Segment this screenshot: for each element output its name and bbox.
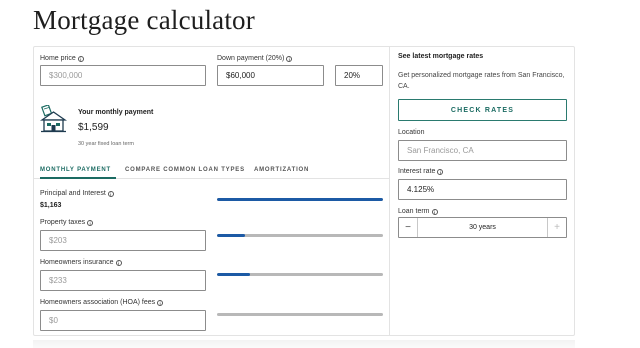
property-taxes-bar bbox=[217, 234, 383, 237]
increment-button[interactable]: + bbox=[547, 218, 566, 237]
decrement-button[interactable]: − bbox=[399, 218, 418, 237]
down-payment-input[interactable]: $60,000 bbox=[217, 65, 324, 86]
loan-term-value[interactable]: 30 years bbox=[418, 218, 547, 237]
hoa-fees-input[interactable]: $0 bbox=[40, 310, 206, 331]
location-label-text: Location bbox=[398, 129, 425, 136]
principal-interest-label: Principal and Interest i bbox=[40, 190, 114, 197]
card-divider bbox=[389, 46, 390, 336]
info-icon[interactable]: i bbox=[157, 299, 164, 306]
home-price-label-text: Home price bbox=[40, 55, 76, 62]
info-icon[interactable]: i bbox=[437, 168, 444, 175]
hoa-fees-label: Homeowners association (HOA) fees i bbox=[40, 299, 164, 306]
check-rates-button[interactable]: CHECK RATES bbox=[398, 99, 567, 121]
loan-term-stepper: − 30 years + bbox=[398, 217, 567, 238]
page-title: Mortgage calculator bbox=[33, 5, 255, 35]
page-bottom-edge bbox=[33, 340, 575, 348]
homeowners-insurance-label: Homeowners insurance i bbox=[40, 259, 122, 266]
homeowners-insurance-bar bbox=[217, 273, 383, 276]
interest-rate-label-text: Interest rate bbox=[398, 168, 436, 175]
info-icon[interactable]: i bbox=[286, 55, 293, 62]
info-icon[interactable]: i bbox=[115, 259, 122, 266]
loan-term-label: Loan term i bbox=[398, 208, 438, 215]
property-taxes-input[interactable]: $203 bbox=[40, 230, 206, 251]
home-price-input[interactable]: $300,000 bbox=[40, 65, 206, 86]
tab-monthly-payment[interactable]: MONTHLY PAYMENT bbox=[40, 167, 111, 173]
info-icon[interactable]: i bbox=[431, 208, 438, 215]
interest-rate-input[interactable]: 4.125% bbox=[398, 179, 567, 200]
monthly-payment-title: Your monthly payment bbox=[78, 109, 154, 116]
principal-interest-bar-fill bbox=[217, 198, 383, 201]
property-taxes-label-text: Property taxes bbox=[40, 219, 86, 226]
info-icon[interactable]: i bbox=[77, 55, 84, 62]
hoa-fees-bar bbox=[217, 313, 383, 316]
property-taxes-bar-fill bbox=[217, 234, 246, 237]
monthly-payment-subtitle: 30 year fixed loan term bbox=[78, 141, 134, 147]
principal-interest-value: $1,163 bbox=[40, 202, 62, 209]
homeowners-insurance-bar-fill bbox=[217, 273, 251, 276]
tab-amortization[interactable]: AMORTIZATION bbox=[254, 167, 309, 173]
loan-term-label-text: Loan term bbox=[398, 208, 430, 215]
down-payment-label: Down payment (20%) i bbox=[217, 55, 293, 62]
down-payment-percent-input[interactable]: 20% bbox=[335, 65, 383, 86]
rates-title: See latest mortgage rates bbox=[398, 53, 484, 60]
location-input[interactable]: San Francisco, CA bbox=[398, 140, 567, 161]
homeowners-insurance-input[interactable]: $233 bbox=[40, 270, 206, 291]
info-icon[interactable]: i bbox=[87, 219, 94, 226]
house-calculator-icon bbox=[40, 105, 67, 133]
monthly-payment-value: $1,599 bbox=[78, 122, 109, 133]
hoa-fees-label-text: Homeowners association (HOA) fees bbox=[40, 299, 156, 306]
principal-interest-label-text: Principal and Interest bbox=[40, 190, 106, 197]
tab-active-indicator bbox=[40, 177, 116, 179]
interest-rate-label: Interest rate i bbox=[398, 168, 444, 175]
homeowners-insurance-label-text: Homeowners insurance bbox=[40, 259, 114, 266]
down-payment-label-text: Down payment (20%) bbox=[217, 55, 285, 62]
property-taxes-label: Property taxes i bbox=[40, 219, 94, 226]
tab-compare-loan-types[interactable]: COMPARE COMMON LOAN TYPES bbox=[125, 167, 245, 173]
info-icon[interactable]: i bbox=[107, 190, 114, 197]
principal-interest-bar bbox=[217, 198, 383, 201]
home-price-label: Home price i bbox=[40, 55, 84, 62]
rates-description: Get personalized mortgage rates from San… bbox=[398, 72, 565, 90]
location-label: Location bbox=[398, 129, 424, 136]
